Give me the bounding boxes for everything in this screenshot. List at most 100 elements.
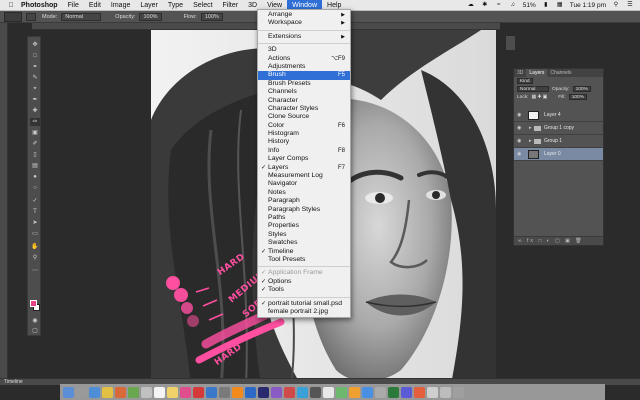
menu-item-workspace[interactable]: Workspace ▶ <box>258 19 350 27</box>
history-brush-tool-icon[interactable]: ✐ <box>30 140 40 148</box>
layer-row[interactable]: ◉ ▸ Group 1 copy <box>514 122 603 135</box>
menu-item-swatches[interactable]: Swatches <box>258 239 350 247</box>
visibility-eye-icon[interactable]: ◉ <box>517 148 521 161</box>
visibility-eye-icon[interactable]: ◉ <box>517 135 521 148</box>
menu-item-brush-presets[interactable]: Brush Presets <box>258 80 350 88</box>
layer-opacity-field[interactable]: 100% <box>572 86 591 92</box>
healing-tool-icon[interactable]: ✚ <box>30 107 40 115</box>
menu-item-paths[interactable]: Paths <box>258 214 350 222</box>
menu-file[interactable]: File <box>63 0 84 11</box>
acrobat-icon[interactable] <box>284 387 295 398</box>
clock[interactable]: Tue 1:19 pm <box>570 2 606 9</box>
downloads-stack-icon[interactable] <box>427 387 438 398</box>
menu-item-adjustments[interactable]: Adjustments <box>258 63 350 71</box>
hand-tool-icon[interactable]: ✋ <box>30 243 40 251</box>
input-source-icon[interactable]: ▦ <box>556 2 564 9</box>
zoom-tool-icon[interactable]: ⚲ <box>30 254 40 262</box>
menu-item-female-portrait-2-jpg[interactable]: female portrait 2.jpg <box>258 308 350 316</box>
menu-image[interactable]: Image <box>106 0 135 11</box>
more-tools-icon[interactable]: ⋯ <box>30 267 40 275</box>
menu-item-navigator[interactable]: Navigator <box>258 180 350 188</box>
eyedropper-tool-icon[interactable]: ✒ <box>30 96 40 104</box>
quick-mask-icon[interactable]: ◉ <box>30 317 40 325</box>
dodge-tool-icon[interactable]: ○ <box>30 184 40 192</box>
path-select-tool-icon[interactable]: ➤ <box>30 219 40 227</box>
notes-icon[interactable] <box>167 387 178 398</box>
menu-item-paragraph[interactable]: Paragraph <box>258 197 350 205</box>
menu-layer[interactable]: Layer <box>135 0 163 11</box>
marquee-tool-icon[interactable]: □ <box>30 52 40 60</box>
system-preferences-icon[interactable] <box>219 387 230 398</box>
menu-item-color[interactable]: Color F6 <box>258 122 350 130</box>
menu-item-styles[interactable]: Styles <box>258 231 350 239</box>
wifi-icon[interactable]: ≈ <box>495 2 503 9</box>
spotify-icon[interactable] <box>388 387 399 398</box>
mode-select[interactable]: Normal <box>61 12 102 21</box>
foreground-color-swatch[interactable] <box>30 300 37 307</box>
menu-item-timeline[interactable]: ✓ Timeline <box>258 248 350 256</box>
keynote-icon[interactable] <box>362 387 373 398</box>
menu-item-notes[interactable]: Notes <box>258 189 350 197</box>
creative-cloud-icon[interactable]: ☁ <box>467 2 475 9</box>
menu-item-character-styles[interactable]: Character Styles <box>258 105 350 113</box>
app-store-icon[interactable] <box>206 387 217 398</box>
menu-item-measurement-log[interactable]: Measurement Log <box>258 172 350 180</box>
menu-item-properties[interactable]: Properties <box>258 222 350 230</box>
layer-kind-filter[interactable]: Kind <box>517 78 533 84</box>
launchpad-icon[interactable] <box>76 387 87 398</box>
menu-item-tools[interactable]: ✓ Tools <box>258 286 350 294</box>
blur-tool-icon[interactable]: ● <box>30 173 40 181</box>
menu-edit[interactable]: Edit <box>84 0 106 11</box>
quick-select-tool-icon[interactable]: ✎ <box>30 74 40 82</box>
tab-3d[interactable]: 3D <box>514 69 526 77</box>
premiere-icon[interactable] <box>258 387 269 398</box>
stamp-tool-icon[interactable]: ▣ <box>30 129 40 137</box>
menu-item-3d[interactable]: 3D <box>258 46 350 54</box>
illustrator-icon[interactable] <box>232 387 243 398</box>
tab-layers[interactable]: Layers <box>526 69 548 77</box>
type-tool-icon[interactable]: T <box>30 208 40 216</box>
menu-item-channels[interactable]: Channels <box>258 88 350 96</box>
pen-tool-icon[interactable]: ✓ <box>30 197 40 205</box>
layer-row[interactable]: ◉ Layer 0 <box>514 148 603 161</box>
photoshop-icon[interactable] <box>245 387 256 398</box>
screen-mode-icon[interactable]: ▢ <box>30 327 40 335</box>
visibility-eye-icon[interactable]: ◉ <box>517 122 521 135</box>
calendar-icon[interactable] <box>154 387 165 398</box>
menu-item-extensions[interactable]: Extensions ▶ <box>258 33 350 41</box>
textedit-icon[interactable] <box>323 387 334 398</box>
notification-center-icon[interactable]: ☰ <box>626 2 634 9</box>
layer-row[interactable]: ◉ Layer 4 <box>514 109 603 122</box>
opacity-field[interactable]: 100% <box>139 12 162 21</box>
move-tool-icon[interactable]: ✥ <box>30 41 40 49</box>
after-effects-icon[interactable] <box>271 387 282 398</box>
flow-field[interactable]: 100% <box>200 12 223 21</box>
numbers-icon[interactable] <box>336 387 347 398</box>
layers-panel-footer[interactable]: ∞ fx □ ◐ ▢ ▣ 🗑 <box>514 236 603 245</box>
menu-item-paragraph-styles[interactable]: Paragraph Styles <box>258 206 350 214</box>
menu-app-name[interactable]: Photoshop <box>16 0 63 11</box>
music-icon[interactable] <box>193 387 204 398</box>
volume-icon[interactable]: ♫ <box>509 2 517 9</box>
apple-icon[interactable]:  <box>6 2 16 9</box>
lasso-tool-icon[interactable]: ⚭ <box>30 63 40 71</box>
menu-item-info[interactable]: Info F8 <box>258 147 350 155</box>
menu-item-character[interactable]: Character <box>258 97 350 105</box>
panel-dock-strip[interactable] <box>506 36 515 50</box>
menu-item-brush[interactable]: Brush F5 <box>258 71 350 80</box>
messages-icon[interactable] <box>128 387 139 398</box>
brush-tool-icon[interactable]: ✑ <box>30 118 40 126</box>
menu-item-histogram[interactable]: Histogram <box>258 130 350 138</box>
menu-select[interactable]: Select <box>188 0 217 11</box>
firefox-icon[interactable] <box>115 387 126 398</box>
chevron-right-icon[interactable]: ▸ <box>529 135 532 148</box>
pages-icon[interactable] <box>349 387 360 398</box>
bluetooth-icon[interactable]: ✱ <box>481 2 489 9</box>
photos-icon[interactable] <box>180 387 191 398</box>
menu-item-arrange[interactable]: Arrange ▶ <box>258 11 350 19</box>
battery-icon[interactable]: ▮ <box>542 2 550 9</box>
menu-item-portrait-tutorial-small-psd[interactable]: ✓ portrait tutorial small.psd <box>258 300 350 308</box>
trash-icon[interactable] <box>453 387 464 398</box>
menu-item-options[interactable]: ✓ Options <box>258 278 350 286</box>
gradient-tool-icon[interactable]: ▤ <box>30 162 40 170</box>
